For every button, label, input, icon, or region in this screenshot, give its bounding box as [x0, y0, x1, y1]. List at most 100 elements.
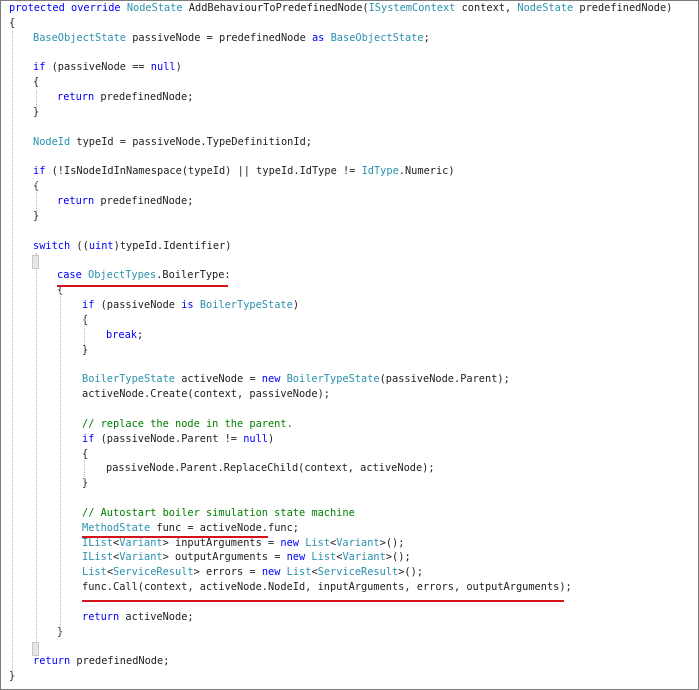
- code-token: ;: [137, 328, 144, 341]
- keyword-token: case: [57, 269, 82, 282]
- code-line[interactable]: return predefinedNode;: [33, 654, 169, 669]
- keyword-token: if: [82, 432, 95, 445]
- code-token: > errors =: [193, 566, 262, 579]
- code-line[interactable]: func.Call(context, activeNode.NodeId, in…: [82, 580, 572, 595]
- type-token: NodeId: [33, 135, 71, 148]
- code-line[interactable]: activeNode.Create(context, passiveNode);: [82, 387, 330, 402]
- type-token: ObjectTypes: [88, 269, 157, 282]
- code-line[interactable]: if (!IsNodeIdInNamespace(typeId) || type…: [33, 164, 455, 179]
- code-line[interactable]: // replace the node in the parent.: [82, 417, 293, 432]
- keyword-token: uint: [88, 239, 114, 252]
- code-token: activeNode.Create(context, passiveNode);: [82, 388, 330, 401]
- code-token: (passiveNode.Parent !=: [94, 432, 244, 445]
- code-line[interactable]: {: [9, 16, 15, 31]
- code-token: .Numeric): [398, 165, 455, 178]
- keyword-token: if: [82, 299, 95, 311]
- red-underline: [57, 285, 228, 287]
- code-token: (passiveNode ==: [45, 61, 151, 74]
- code-line[interactable]: return predefinedNode;: [57, 194, 193, 209]
- keyword-token: new: [280, 536, 300, 549]
- keyword-token: if: [33, 61, 46, 74]
- type-token: BaseObjectState: [330, 31, 424, 44]
- indent-guide: [36, 253, 37, 643]
- type-token: Variant: [119, 551, 163, 564]
- code-line[interactable]: return predefinedNode;: [57, 90, 193, 105]
- code-line[interactable]: // Autostart boiler simulation state mac…: [82, 506, 355, 521]
- code-line[interactable]: break;: [106, 328, 143, 343]
- type-token: ServiceResult: [113, 566, 194, 579]
- code-line[interactable]: if (passiveNode.Parent != null): [82, 432, 274, 447]
- code-line[interactable]: if (passiveNode == null): [33, 60, 182, 75]
- code-token: {: [82, 313, 89, 326]
- code-token: > outputArguments =: [162, 551, 287, 564]
- red-underline: [82, 536, 268, 538]
- code-editor[interactable]: protected override NodeState AddBehaviou…: [0, 0, 699, 690]
- type-token: MethodState: [82, 521, 151, 534]
- keyword-token: as: [311, 31, 325, 44]
- code-token: > inputArguments =: [162, 536, 281, 549]
- code-token: ((: [70, 239, 89, 252]
- code-token: >();: [398, 566, 424, 579]
- indent-guide: [60, 291, 61, 633]
- code-token: context,: [455, 2, 518, 14]
- code-line[interactable]: }: [82, 476, 88, 491]
- indent-guide: [84, 319, 85, 351]
- code-line[interactable]: passiveNode.Parent.ReplaceChild(context,…: [106, 461, 435, 476]
- code-token: func = activeNode.func;: [150, 521, 299, 534]
- code-token: (!IsNodeIdInNamespace(typeId) || typeId.…: [45, 165, 362, 178]
- code-token: >();: [379, 536, 405, 549]
- code-token: passiveNode = predefinedNode: [126, 31, 312, 44]
- keyword-token: null: [150, 61, 176, 74]
- type-token: NodeState: [126, 2, 183, 14]
- code-token: ): [175, 61, 182, 74]
- keyword-token: protected: [9, 2, 65, 14]
- code-line[interactable]: MethodState func = activeNode.func;: [82, 521, 299, 536]
- type-token: ServiceResult: [317, 566, 399, 579]
- code-line[interactable]: if (passiveNode is BoilerTypeState): [82, 298, 299, 313]
- code-line[interactable]: List<ServiceResult> errors = new List<Se…: [82, 565, 423, 580]
- code-line[interactable]: BaseObjectState passiveNode = predefined…: [33, 31, 430, 46]
- keyword-token: return: [57, 91, 95, 104]
- code-token: predefinedNode;: [94, 195, 194, 208]
- code-line[interactable]: case ObjectTypes.BoilerType:: [57, 268, 231, 283]
- code-line[interactable]: {: [82, 447, 88, 462]
- code-token: (passiveNode: [94, 299, 182, 311]
- code-token: activeNode =: [175, 373, 262, 386]
- keyword-token: override: [71, 2, 121, 14]
- type-token: NodeState: [517, 2, 574, 14]
- code-line[interactable]: return activeNode;: [82, 610, 194, 625]
- code-line[interactable]: BoilerTypeState activeNode = new BoilerT…: [82, 372, 510, 387]
- code-token: }: [33, 209, 40, 222]
- type-token: Variant: [119, 536, 163, 549]
- code-token: {: [9, 16, 16, 29]
- keyword-token: new: [261, 373, 281, 386]
- type-token: BaseObjectState: [33, 31, 126, 44]
- code-line[interactable]: switch ((uint)typeId.Identifier): [33, 239, 231, 254]
- type-token: ISystemContext: [368, 2, 456, 14]
- code-token: ): [268, 432, 275, 445]
- code-token: func.Call(context, activeNode.NodeId, in…: [82, 581, 572, 594]
- keyword-token: return: [82, 610, 120, 623]
- keyword-token: return: [33, 655, 71, 668]
- type-token: List: [305, 536, 331, 549]
- keyword-token: new: [261, 566, 281, 579]
- code-token: (passiveNode.Parent);: [379, 373, 510, 386]
- code-line[interactable]: protected override NodeState AddBehaviou…: [9, 1, 672, 16]
- type-token: BoilerTypeState: [286, 373, 380, 386]
- type-token: Variant: [336, 536, 380, 549]
- indent-guide: [36, 181, 37, 211]
- code-line[interactable]: NodeId typeId = passiveNode.TypeDefiniti…: [33, 135, 312, 150]
- type-token: Variant: [342, 551, 386, 564]
- code-line[interactable]: IList<Variant> outputArguments = new Lis…: [82, 550, 411, 565]
- code-token: }: [82, 477, 89, 490]
- type-token: List: [82, 566, 107, 579]
- code-line[interactable]: {: [82, 313, 88, 328]
- code-line[interactable]: {: [33, 75, 39, 90]
- code-line[interactable]: }: [82, 343, 88, 358]
- code-token: passiveNode.Parent.ReplaceChild(context,…: [106, 462, 435, 475]
- code-token: ;: [423, 31, 430, 44]
- code-line[interactable]: }: [33, 209, 39, 224]
- red-underline: [82, 600, 564, 602]
- code-token: predefinedNode;: [70, 655, 170, 668]
- code-token: )typeId.Identifier): [113, 239, 232, 252]
